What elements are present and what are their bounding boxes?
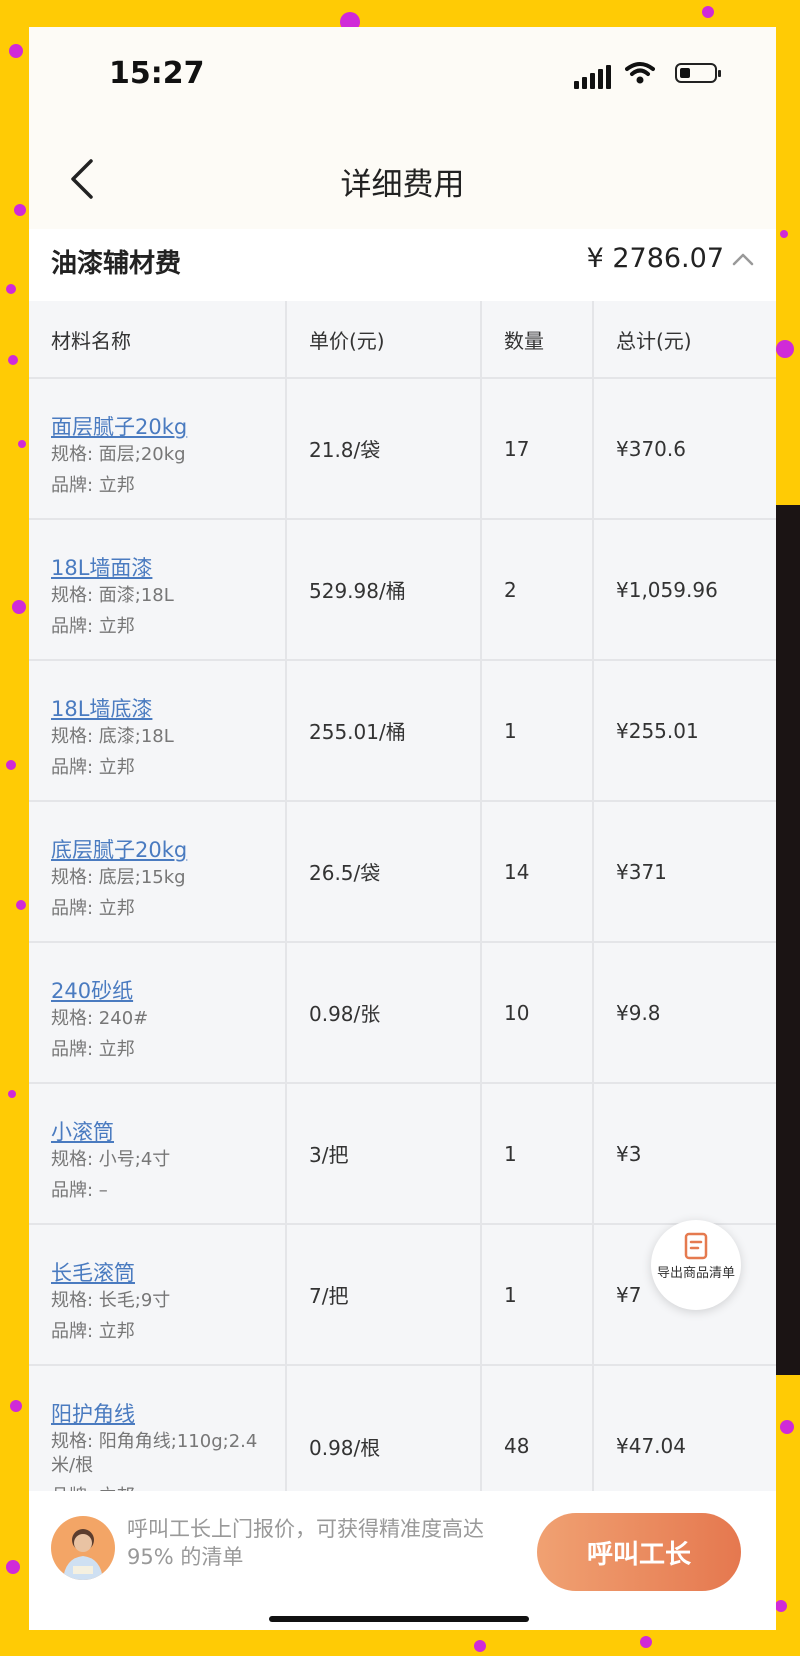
material-brand: 品牌: 立邦 [51,616,135,637]
material-brand: 品牌: 立邦 [51,475,135,496]
material-brand: 品牌: 立邦 [51,1321,135,1342]
material-spec: 规格: 面层;20kg [51,444,186,465]
export-list-button[interactable]: 导出商品清单 [651,1220,741,1310]
line-total: ¥3 [616,1141,642,1166]
material-name-link[interactable]: 小滚筒 [51,1116,114,1146]
material-brand: 品牌: 立邦 [51,1039,135,1060]
materials-table: 材料名称 单价(元) 数量 总计(元) 面层腻子20kg 规格: 面层;20kg… [29,301,776,1491]
material-spec: 规格: 阳角角线;110g;2.4米/根 [51,1431,258,1476]
status-time: 15:27 [109,56,205,91]
material-name-link[interactable]: 18L墙面漆 [51,552,152,582]
unit-price: 26.5/袋 [309,861,381,885]
quantity: 2 [504,577,517,602]
quantity: 10 [504,1000,530,1025]
phone-screen: 15:27 详细费用 油漆辅材费 ¥ 2786.07 材料名称 单价(元) 数量… [29,27,776,1630]
column-header-price: 单价(元) [309,329,385,353]
line-total: ¥47.04 [616,1434,686,1458]
chevron-up-icon[interactable] [732,251,754,267]
unit-price: 529.98/桶 [309,579,406,603]
material-brand: 品牌: – [51,1180,108,1201]
material-spec: 规格: 面漆;18L [51,585,174,606]
unit-price: 255.01/桶 [309,720,406,744]
quantity: 17 [504,436,530,461]
material-name-link[interactable]: 阳护角线 [51,1398,135,1428]
column-header-name: 材料名称 [51,329,131,353]
quantity: 14 [504,859,530,884]
section-total: ¥ 2786.07 [586,243,724,274]
person-icon [63,1529,103,1580]
document-icon [684,1232,708,1260]
table-row: 18L墙面漆 规格: 面漆;18L 品牌: 立邦 529.98/桶 2 ¥1,0… [29,520,776,661]
table-row: 240砂纸 规格: 240# 品牌: 立邦 0.98/张 10 ¥9.8 [29,943,776,1084]
material-brand: 品牌: 立邦 [51,757,135,778]
foreman-avatar [51,1516,115,1580]
battery-icon [675,63,721,83]
material-name-link[interactable]: 240砂纸 [51,975,133,1005]
column-header-total: 总计(元) [616,329,692,353]
material-spec: 规格: 底层;15kg [51,867,186,888]
material-name-link[interactable]: 底层腻子20kg [51,834,187,864]
line-total: ¥1,059.96 [616,577,718,602]
unit-price: 0.98/张 [309,1002,381,1026]
material-spec: 规格: 240# [51,1008,149,1029]
table-row: 底层腻子20kg 规格: 底层;15kg 品牌: 立邦 26.5/袋 14 ¥3… [29,802,776,943]
table-row: 面层腻子20kg 规格: 面层;20kg 品牌: 立邦 21.8/袋 17 ¥3… [29,379,776,520]
table-row: 18L墙底漆 规格: 底漆;18L 品牌: 立邦 255.01/桶 1 ¥255… [29,661,776,802]
column-header-quantity: 数量 [504,329,544,353]
promo-text: 呼叫工长上门报价，可获得精准度高达 95% 的清单 [127,1517,484,1569]
signal-icon [574,65,611,89]
nav-bar: 详细费用 [29,127,776,229]
table-row: 小滚筒 规格: 小号;4寸 品牌: – 3/把 1 ¥3 [29,1084,776,1225]
unit-price: 0.98/根 [309,1435,381,1460]
status-bar: 15:27 [29,27,776,127]
material-spec: 规格: 长毛;9寸 [51,1290,171,1311]
wifi-icon [625,62,655,84]
line-total: ¥7 [616,1282,642,1307]
table-row: 阳护角线 规格: 阳角角线;110g;2.4米/根 品牌: 立邦 0.98/根 … [29,1366,776,1491]
export-list-label: 导出商品清单 [657,1266,736,1281]
bottom-bar: 呼叫工长上门报价，可获得精准度高达 95% 的清单 呼叫工长 [29,1491,776,1630]
section-header[interactable]: 油漆辅材费 ¥ 2786.07 [29,229,776,301]
call-foreman-button[interactable]: 呼叫工长 [537,1513,741,1591]
line-total: ¥9.8 [616,1000,661,1025]
material-spec: 规格: 底漆;18L [51,726,174,747]
unit-price: 7/把 [309,1284,349,1308]
page-title: 详细费用 [340,167,465,203]
section-title: 油漆辅材费 [51,249,182,279]
table-header-row: 材料名称 单价(元) 数量 总计(元) [29,301,776,379]
line-total: ¥255.01 [616,718,699,743]
quantity: 1 [504,1141,517,1166]
unit-price: 3/把 [309,1143,349,1167]
line-total: ¥371 [616,859,667,884]
quantity: 1 [504,718,517,743]
line-total: ¥370.6 [616,436,686,461]
quantity: 1 [504,1282,517,1307]
unit-price: 21.8/袋 [309,438,381,462]
material-name-link[interactable]: 面层腻子20kg [51,411,187,441]
material-spec: 规格: 小号;4寸 [51,1149,171,1170]
quantity: 48 [504,1434,530,1458]
material-brand: 品牌: 立邦 [51,1482,135,1491]
material-name-link[interactable]: 长毛滚筒 [51,1257,135,1287]
home-indicator [269,1616,529,1622]
material-brand: 品牌: 立邦 [51,898,135,919]
material-name-link[interactable]: 18L墙底漆 [51,693,152,723]
